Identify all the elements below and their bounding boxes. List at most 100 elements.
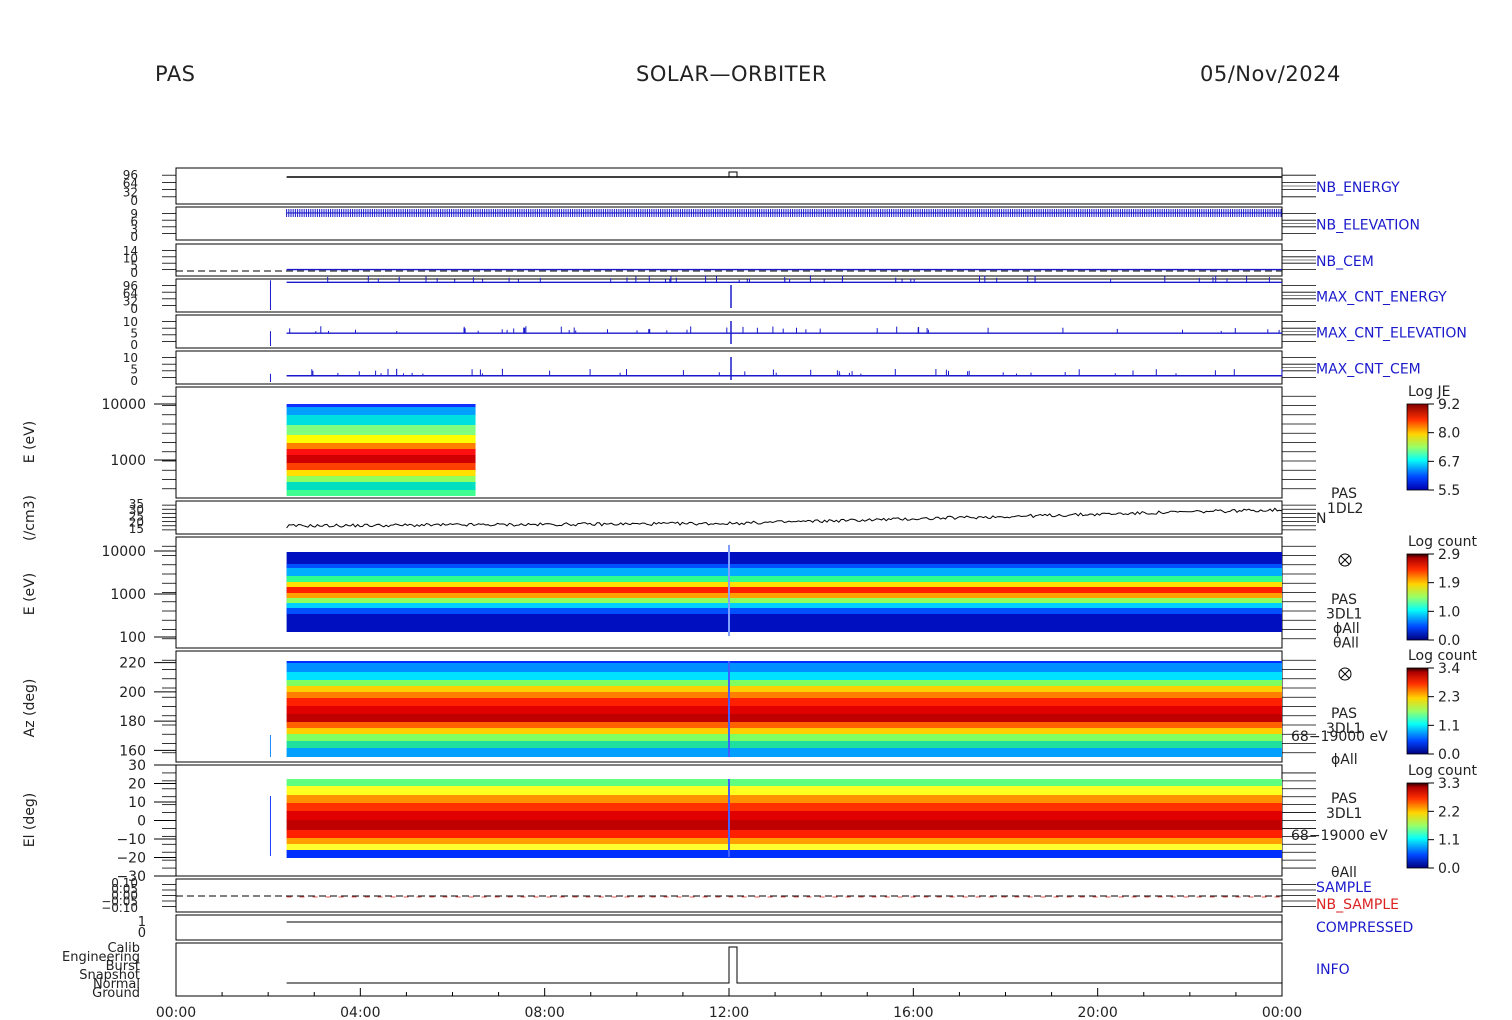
- panel-frame-max-cnt-cem: [175, 350, 1283, 385]
- y-axis-label-energy-1dl2: E (eV): [22, 421, 38, 463]
- y-tick-label-energy-1dl2: 10000: [101, 397, 146, 413]
- colorbar-tick-label: 1.0: [1438, 604, 1460, 620]
- spectro-band: [286, 470, 476, 477]
- hk-y-tick-label: 0: [130, 266, 138, 280]
- colorbar-tick-label: 3.4: [1438, 661, 1460, 677]
- into-page-symbol-cross: [1340, 555, 1350, 565]
- colorbar-tick-label: 3.3: [1438, 776, 1460, 792]
- spectrogram-azimuth: [269, 661, 1283, 757]
- colorbar-tick-label: 2.9: [1438, 547, 1460, 563]
- panel-label-nb-cem: NB_CEM: [1316, 254, 1374, 270]
- y-axis-label-energy-3dl1: E (eV): [22, 573, 38, 615]
- hk-y-tick-label: 0: [130, 338, 138, 352]
- panel-frame-compressed: [175, 914, 1283, 941]
- spectrogram-energy-3dl1: [286, 545, 1283, 636]
- spectro-band: [286, 748, 1283, 757]
- into-page-symbol-cross: [1340, 669, 1350, 679]
- spectro-band: [286, 779, 1283, 787]
- spectro-band: [286, 587, 1283, 594]
- panel-label-max-cnt-cem: MAX_CNT_CEM: [1316, 362, 1421, 378]
- spectro-band: [286, 838, 1283, 845]
- y-axis-label-azimuth: Az (deg): [22, 679, 38, 738]
- compressed-label: COMPRESSED: [1316, 920, 1413, 936]
- nb-sample-label: NB_SAMPLE: [1316, 897, 1399, 913]
- spectro-band: [286, 680, 1283, 687]
- info-y-tick-label: Ground: [92, 986, 140, 1001]
- spectro-band: [286, 449, 476, 456]
- panel-label-nb-energy: NB_ENERGY: [1316, 180, 1400, 196]
- data-comb-nb-elevation: [286, 208, 1282, 217]
- compressed-y-tick-label: 0: [138, 926, 146, 941]
- spectro-band: [286, 734, 1283, 742]
- spectro-side-label: θAll: [1333, 636, 1359, 652]
- spectro-side-label: PAS: [1331, 706, 1357, 722]
- spectro-band: [286, 692, 1283, 699]
- y-tick-label-azimuth: 200: [119, 685, 146, 701]
- spectro-band: [286, 820, 1283, 831]
- hk-y-tick-label: 0: [130, 194, 138, 208]
- x-tick-label: 20:00: [1077, 1005, 1117, 1020]
- sample-y-tick-label: −0.10: [101, 901, 138, 915]
- x-tick-label: 16:00: [893, 1005, 933, 1020]
- spectro-band: [286, 482, 476, 491]
- spectro-side-label: ϕAll: [1331, 752, 1358, 768]
- spectro-side-label: θAll: [1331, 865, 1357, 881]
- colorbar-tick-label: 2.2: [1438, 804, 1460, 820]
- spectro-side-label: PAS: [1331, 791, 1357, 807]
- spectro-band: [286, 706, 1283, 715]
- y-tick-label-azimuth: 180: [119, 714, 146, 730]
- colorbar-tick-label: 8.0: [1438, 426, 1460, 442]
- density-side-label: PAS: [1331, 486, 1357, 502]
- spectro-band: [286, 490, 476, 496]
- spectro-band: [286, 714, 1283, 723]
- spectro-band: [286, 663, 1283, 673]
- spectro-band: [286, 811, 1283, 821]
- spectro-band: [286, 830, 1283, 839]
- density-side-label: 1DL2: [1327, 501, 1363, 517]
- spectro-band: [286, 698, 1283, 707]
- density-line: [286, 507, 1283, 529]
- spectro-band: [286, 463, 476, 471]
- hk-y-tick-label: 0: [130, 230, 138, 244]
- y-tick-label-azimuth: 160: [119, 743, 146, 759]
- info-label: INFO: [1316, 962, 1350, 978]
- spectro-band: [286, 795, 1283, 804]
- spectro-band: [286, 741, 1283, 749]
- y-tick-label-azimuth: 220: [119, 656, 146, 672]
- spectro-band: [286, 803, 1283, 812]
- colorbar-energy-1dl2: [1406, 403, 1429, 491]
- hk-y-tick-label: 0: [130, 374, 138, 388]
- spectro-side-label: 68−19000 eV: [1291, 729, 1388, 745]
- density-y-tick-label: 15: [129, 522, 144, 536]
- y-tick-label-energy-1dl2: 1000: [110, 453, 146, 469]
- spectro-band: [286, 722, 1283, 729]
- colorbar-energy-3dl1: [1406, 553, 1429, 641]
- spectro-band: [286, 476, 476, 483]
- info-mode-line: [286, 946, 1282, 984]
- spectro-band: [286, 415, 476, 426]
- panel-frame-density: [175, 500, 1283, 535]
- sample-label: SAMPLE: [1316, 880, 1372, 896]
- x-tick-label: 08:00: [524, 1005, 564, 1020]
- spectro-band: [286, 568, 1283, 577]
- spectro-band: [286, 850, 1283, 858]
- colorbar-elevation: [1406, 782, 1429, 869]
- spectro-side-label: 3DL1: [1326, 806, 1362, 822]
- colorbar-tick-label: 1.1: [1438, 718, 1460, 734]
- y-axis-label-density: (/cm3): [22, 495, 38, 541]
- spectro-band: [286, 443, 476, 450]
- spectro-band: [286, 786, 1283, 796]
- x-tick-label: 04:00: [340, 1005, 380, 1020]
- colorbar-azimuth: [1406, 667, 1429, 755]
- colorbar-tick-label: 0.0: [1438, 747, 1460, 763]
- panel-label-max-cnt-energy: MAX_CNT_ENERGY: [1316, 290, 1447, 306]
- spectro-band: [286, 672, 1283, 681]
- data-jitter-max-cnt-cem: [311, 368, 1283, 376]
- x-tick-label: 00:00: [1262, 1005, 1302, 1020]
- colorbar-tick-label: 5.5: [1438, 483, 1460, 499]
- colorbar-tick-label: 2.3: [1438, 690, 1460, 706]
- x-tick-label: 12:00: [709, 1005, 749, 1020]
- colorbar-tick-label: 1.1: [1438, 833, 1460, 849]
- y-tick-label-elevation: 30: [128, 758, 146, 774]
- density-side-label: N: [1316, 511, 1326, 527]
